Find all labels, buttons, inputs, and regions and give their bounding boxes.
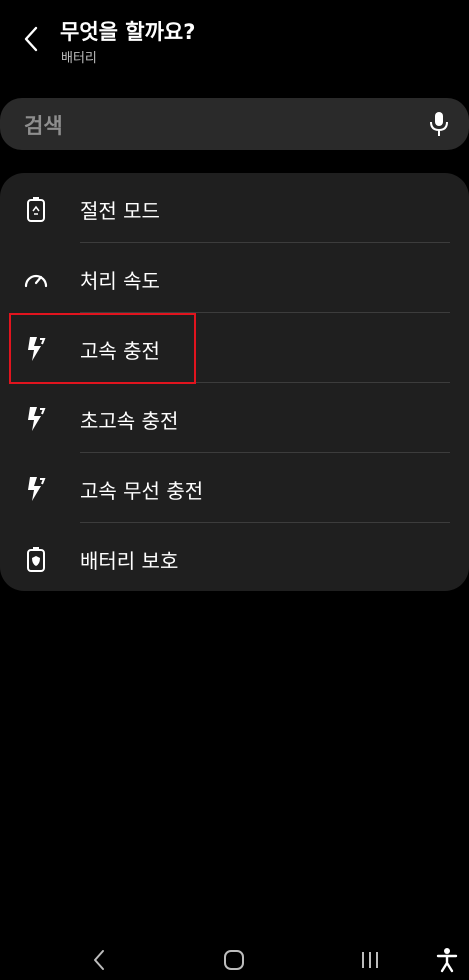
nav-recents-button[interactable] [355, 945, 385, 975]
battery-recycle-icon [22, 195, 50, 223]
lightning-icon [22, 475, 50, 503]
home-icon [224, 950, 244, 970]
highlight-box [9, 313, 196, 384]
search-placeholder[interactable]: 검색 [24, 110, 63, 140]
nav-back-button[interactable] [84, 945, 114, 975]
system-navigation-bar [0, 935, 469, 980]
back-button[interactable] [14, 22, 48, 56]
recents-icon [362, 952, 378, 968]
microphone-icon [430, 112, 448, 136]
menu-item-battery-protection[interactable]: 배터리 보호 [0, 523, 469, 593]
microphone-button[interactable] [427, 111, 451, 137]
lightning-icon [22, 405, 50, 433]
nav-home-button[interactable] [219, 945, 249, 975]
menu-item-fast-wireless-charging[interactable]: 고속 무선 충전 [0, 453, 469, 523]
menu-item-label: 초고속 충전 [80, 409, 179, 433]
page-title: 무엇을 할까요? [60, 20, 196, 44]
menu-item-super-fast-charging[interactable]: 초고속 충전 [0, 383, 469, 453]
menu-item-processing-speed[interactable]: 처리 속도 [0, 243, 469, 313]
nav-accessibility-button[interactable] [432, 945, 462, 975]
menu-item-label: 배터리 보호 [80, 549, 179, 573]
page-subtitle: 배터리 [61, 51, 97, 66]
search-bar[interactable]: 검색 [0, 98, 469, 150]
menu-item-label: 처리 속도 [80, 269, 160, 293]
back-arrow-icon [24, 26, 38, 52]
menu-item-label: 절전 모드 [80, 199, 160, 223]
accessibility-icon [436, 948, 458, 973]
menu-item-label: 고속 무선 충전 [80, 479, 204, 503]
menu-item-power-saving[interactable]: 절전 모드 [0, 173, 469, 243]
battery-shield-icon [22, 545, 50, 573]
app-header: 무엇을 할까요? 배터리 [0, 0, 469, 80]
speedometer-icon [22, 265, 50, 293]
back-icon [94, 950, 104, 970]
